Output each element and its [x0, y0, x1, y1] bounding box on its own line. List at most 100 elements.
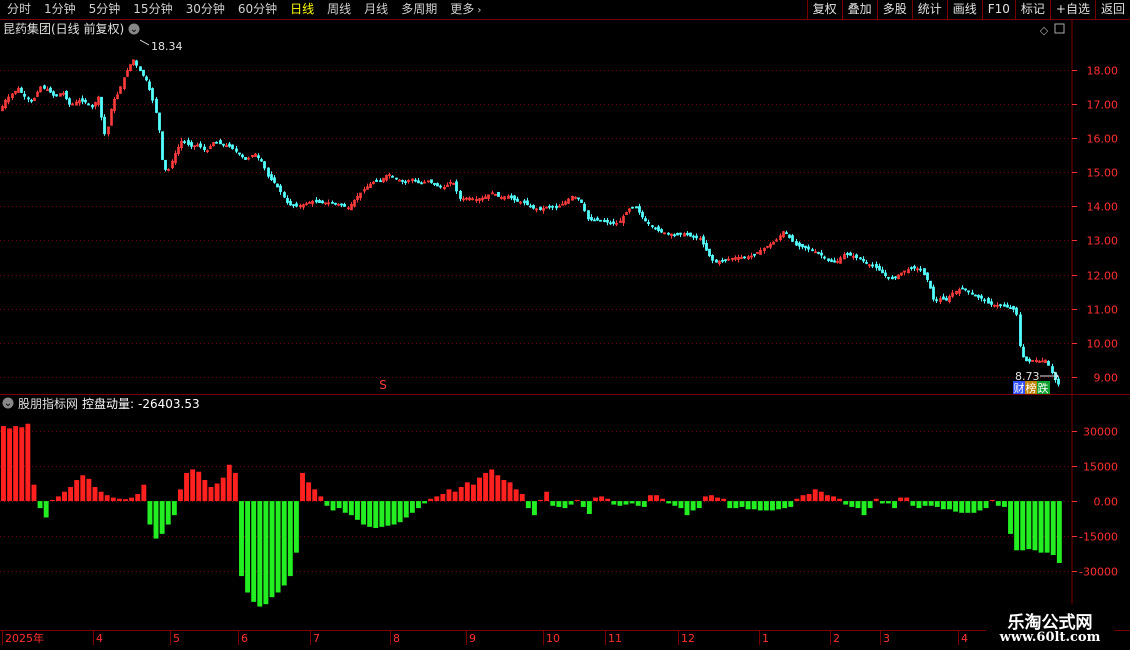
indicator-bar: [43, 501, 49, 518]
period-tab-4[interactable]: 30分钟: [179, 0, 231, 19]
candle-body: [987, 298, 990, 304]
indicator-bar: [739, 501, 745, 507]
indicator-bar: [110, 497, 116, 502]
indicator-bar: [983, 501, 989, 509]
candle-body: [1015, 307, 1018, 315]
toolbar-button-8[interactable]: 返回: [1094, 0, 1130, 19]
toolbar-button-3[interactable]: 统计: [911, 0, 947, 19]
maximize-icon[interactable]: [1054, 23, 1065, 34]
period-tab-0[interactable]: 分时: [0, 0, 37, 19]
price-axis: 18.00 17.00 16.00 15.00 14.00 13.00 12.00 11.00…: [0, 65, 1118, 385]
candle-body: [87, 103, 90, 106]
indicator-bar: [721, 498, 727, 502]
period-tab-7[interactable]: 周线: [320, 0, 357, 19]
time-tick-label: 4: [961, 632, 968, 645]
indicator-bar: [1, 426, 6, 502]
candle-body: [257, 155, 260, 159]
indicator-bar: [709, 495, 714, 502]
indicator-bar: [293, 501, 299, 553]
indicator-bar: [367, 501, 373, 527]
candle-body: [267, 167, 270, 177]
candle-body: [295, 203, 298, 207]
period-tab-10[interactable]: 更多 ›: [443, 0, 487, 20]
toolbar-button-5[interactable]: F10: [981, 0, 1015, 19]
indicator-bar: [550, 501, 556, 506]
toolbar-button-6[interactable]: 标记: [1014, 0, 1050, 19]
indicator-bar: [641, 501, 647, 507]
period-tab-6[interactable]: 日线: [283, 0, 320, 19]
period-tab-5[interactable]: 60分钟: [231, 0, 283, 19]
candle-body: [651, 225, 654, 228]
candle-body: [859, 257, 862, 260]
candle-body: [606, 219, 609, 223]
candle-body: [817, 252, 820, 254]
candle-body: [103, 116, 106, 135]
period-tab-1[interactable]: 1分钟: [37, 0, 82, 19]
indicator-bar: [251, 501, 257, 602]
indicator-bar: [269, 501, 275, 598]
candle-body: [798, 242, 801, 247]
indicator-bar: [416, 501, 421, 509]
news-badges[interactable]: 财榜跌: [1013, 381, 1050, 395]
candle-body: [689, 232, 692, 237]
low-pointer-icon: [1040, 371, 1059, 381]
candle-body: [894, 276, 897, 279]
indicator-bar: [629, 501, 635, 504]
candle-body: [286, 198, 289, 203]
indicator-bar: [635, 501, 641, 506]
period-tab-3[interactable]: 15分钟: [126, 0, 178, 19]
indicator-bar: [922, 501, 928, 506]
candle-body: [164, 159, 167, 170]
toolbar-button-1[interactable]: 叠加: [841, 0, 877, 19]
candle-body: [871, 264, 874, 267]
indicator-bar: [867, 501, 873, 509]
indicator-bar: [947, 501, 952, 510]
indicator-bar: [336, 501, 342, 509]
candle-body: [638, 206, 641, 213]
indicator-bar: [672, 501, 678, 506]
toolbar-button-0[interactable]: 复权: [806, 0, 842, 19]
indicator-bar: [214, 483, 220, 502]
indicator-bars: [1, 423, 1062, 607]
indicator-bar: [892, 501, 898, 509]
indicator-bar: [342, 501, 348, 513]
toolbar-button-2[interactable]: 多股: [876, 0, 912, 19]
sell-marker: S: [379, 378, 387, 392]
candle-body: [241, 154, 244, 158]
period-tab-2[interactable]: 5分钟: [82, 0, 127, 19]
toolbar-button-4[interactable]: 画线: [946, 0, 982, 19]
candle-body: [983, 299, 986, 302]
candle-body: [910, 267, 913, 270]
stock-chart[interactable]: 18.00 17.00 16.00 15.00 14.00 13.00 12.00 11.00…: [0, 20, 1130, 650]
candle-body: [695, 235, 698, 239]
period-tab-8[interactable]: 月线: [357, 0, 394, 19]
candle-body: [654, 227, 657, 230]
indicator-bar: [245, 501, 251, 593]
indicator-bar: [715, 497, 721, 502]
candle-body: [1057, 378, 1060, 385]
indicator-bar: [702, 496, 708, 502]
indicator-bar: [483, 472, 489, 502]
indicator-bar: [605, 498, 611, 502]
indicator-bar: [464, 482, 470, 502]
indicator-bar: [1038, 501, 1044, 553]
indicator-bar: [940, 501, 946, 510]
candle-body: [244, 157, 247, 160]
indicator-bar: [348, 501, 354, 516]
candle-body: [887, 276, 890, 279]
indicator-bar: [74, 479, 80, 502]
candle-body: [404, 181, 407, 184]
candle-body: [711, 255, 714, 261]
candle-body: [785, 232, 788, 235]
candle-body: [343, 204, 346, 207]
indicator-bar: [324, 501, 330, 506]
candlesticks: [1, 59, 1060, 387]
period-tab-9[interactable]: 多周期: [394, 0, 443, 19]
candle-body: [318, 200, 321, 203]
candle-body: [270, 174, 273, 181]
toolbar-button-7[interactable]: +自选: [1049, 0, 1095, 19]
indicator-bar: [281, 501, 287, 586]
indicator-bar: [812, 489, 818, 502]
candle-body: [139, 66, 142, 72]
candle-body: [49, 87, 52, 93]
